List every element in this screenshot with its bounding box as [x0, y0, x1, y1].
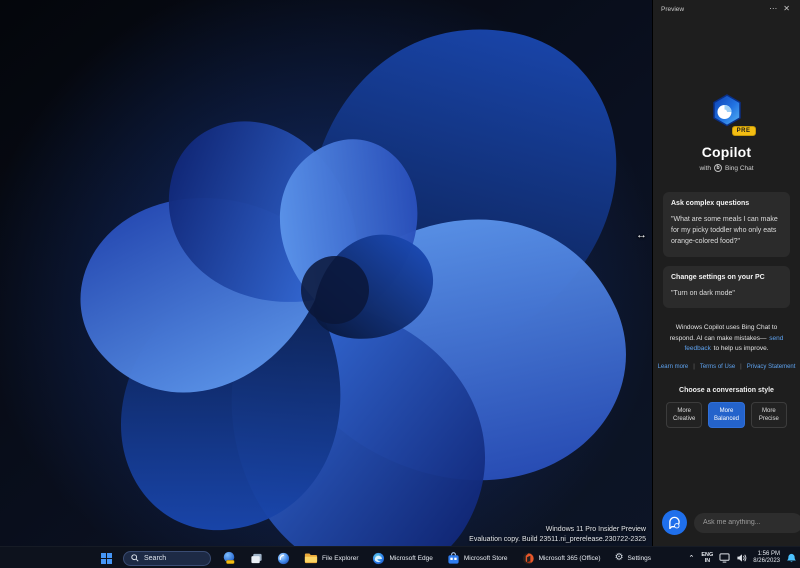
style-more-precise-button[interactable]: More Precise	[751, 402, 787, 428]
disclaimer-text-before: Windows Copilot uses Bing Chat to respon…	[670, 324, 778, 341]
card-title: Change settings on your PC	[671, 274, 782, 281]
privacy-statement-link[interactable]: Privacy Statement	[747, 364, 796, 370]
bell-icon	[786, 553, 797, 564]
edge-icon	[372, 552, 385, 565]
notification-bell-button[interactable]	[786, 553, 797, 564]
search-icon	[131, 554, 139, 562]
tray-time: 1:56 PM	[758, 551, 780, 557]
chat-bubble-icon	[668, 516, 681, 529]
card-body: "What are some meals I can make for my p…	[671, 215, 782, 248]
taskbar-app-label: Microsoft Edge	[389, 555, 432, 562]
subtitle-with: with	[699, 165, 711, 172]
taskbar-app-label: Microsoft 365 (Office)	[539, 555, 601, 562]
suggestion-cards: Ask complex questions "What are some mea…	[653, 192, 800, 308]
settings-button[interactable]: ⚙ Settings	[612, 549, 654, 567]
link-separator: |	[693, 364, 695, 370]
microsoft-store-button[interactable]: Microsoft Store	[444, 549, 511, 567]
taskbar-center-group: Search	[98, 547, 654, 568]
search-placeholder: Search	[144, 555, 166, 562]
network-icon	[719, 553, 730, 563]
screen: Windows 11 Pro Insider Preview Evaluatio…	[0, 0, 800, 568]
more-options-icon[interactable]: ⋯	[766, 4, 780, 14]
language-indicator[interactable]: ENG IN	[701, 552, 713, 565]
style-btn-line2: Creative	[673, 416, 695, 422]
suggestion-card-change-settings[interactable]: Change settings on your PC "Turn on dark…	[663, 266, 790, 309]
copilot-logo-icon	[708, 92, 746, 130]
system-tray: ⌃ ENG IN 1:56 PM 8/26/2023	[688, 547, 798, 568]
style-btn-line1: More	[720, 408, 734, 414]
file-explorer-button[interactable]: File Explorer	[301, 549, 361, 567]
copilot-chat-button[interactable]	[662, 510, 687, 535]
task-view-icon	[250, 552, 263, 565]
copilot-panel: Preview ⋯ ✕ PRE	[652, 0, 800, 546]
card-title: Ask complex questions	[671, 200, 782, 207]
preview-label: Preview	[661, 6, 766, 13]
taskbar-app-label: Microsoft Store	[464, 555, 508, 562]
copilot-title: Copilot	[653, 144, 800, 160]
tray-date: 8/26/2023	[753, 558, 780, 564]
wallpaper-bloom-art	[0, 0, 652, 546]
subtitle-bing-chat: Bing Chat	[725, 165, 754, 172]
watermark-line2: Evaluation copy. Build 23511.ni_prerelea…	[469, 535, 646, 544]
network-tray-button[interactable]	[719, 553, 730, 563]
conversation-style-buttons: More Creative More Balanced More Precise	[653, 402, 800, 428]
copilot-taskbar-button[interactable]	[219, 549, 239, 567]
widgets-icon	[277, 552, 290, 565]
disclaimer-text-after: to help us improve.	[714, 345, 769, 352]
copilot-panel-header: Preview ⋯ ✕	[653, 0, 800, 16]
windows-logo-icon	[101, 553, 112, 564]
copilot-brand: PRE Copilot with b Bing Chat	[653, 92, 800, 172]
copilot-taskbar-icon	[222, 551, 236, 565]
horizontal-resize-cursor: ↔	[636, 229, 647, 241]
volume-tray-button[interactable]	[736, 553, 747, 563]
microsoft-365-icon	[522, 552, 535, 565]
pre-badge: PRE	[732, 126, 756, 136]
link-separator: |	[740, 364, 742, 370]
taskbar: Search	[0, 546, 800, 568]
microsoft-365-button[interactable]: Microsoft 365 (Office)	[519, 549, 604, 567]
widgets-button[interactable]	[274, 549, 293, 567]
chat-input-row	[653, 502, 800, 546]
style-more-creative-button[interactable]: More Creative	[666, 402, 702, 428]
clock[interactable]: 1:56 PM 8/26/2023	[753, 551, 780, 566]
terms-of-use-link[interactable]: Terms of Use	[700, 364, 735, 370]
evaluation-watermark: Windows 11 Pro Insider Preview Evaluatio…	[469, 525, 646, 544]
style-btn-line2: Precise	[759, 416, 779, 422]
style-more-balanced-button[interactable]: More Balanced	[708, 402, 744, 428]
style-btn-line2: Balanced	[714, 416, 739, 422]
language-line1: ENG	[701, 552, 713, 558]
taskbar-app-label: File Explorer	[322, 555, 358, 562]
desktop[interactable]: Windows 11 Pro Insider Preview Evaluatio…	[0, 0, 652, 546]
file-explorer-icon	[304, 552, 318, 564]
ai-disclaimer: Windows Copilot uses Bing Chat to respon…	[653, 323, 800, 354]
show-hidden-icons-chevron[interactable]: ⌃	[688, 554, 696, 562]
conversation-style-title: Choose a conversation style	[653, 387, 800, 394]
store-icon	[447, 552, 460, 565]
start-button[interactable]	[98, 549, 115, 567]
task-view-button[interactable]	[247, 549, 266, 567]
speaker-icon	[736, 553, 747, 563]
bing-icon: b	[714, 164, 722, 172]
language-line2: IN	[705, 558, 711, 564]
learn-more-link[interactable]: Learn more	[658, 364, 689, 370]
card-body: "Turn on dark mode"	[671, 289, 782, 300]
close-icon[interactable]: ✕	[780, 4, 793, 14]
gear-icon: ⚙	[615, 553, 624, 563]
microsoft-edge-button[interactable]: Microsoft Edge	[369, 549, 435, 567]
ask-me-anything-input[interactable]	[694, 513, 800, 533]
style-btn-line1: More	[762, 408, 776, 414]
copilot-logo: PRE	[708, 92, 746, 135]
watermark-line1: Windows 11 Pro Insider Preview	[469, 525, 646, 534]
taskbar-app-label: Settings	[628, 555, 652, 562]
copilot-subtitle: with b Bing Chat	[653, 164, 800, 172]
legal-links: Learn more | Terms of Use | Privacy Stat…	[653, 364, 800, 370]
suggestion-card-ask-questions[interactable]: Ask complex questions "What are some mea…	[663, 192, 790, 257]
style-btn-line1: More	[677, 408, 691, 414]
taskbar-search[interactable]: Search	[123, 551, 211, 566]
